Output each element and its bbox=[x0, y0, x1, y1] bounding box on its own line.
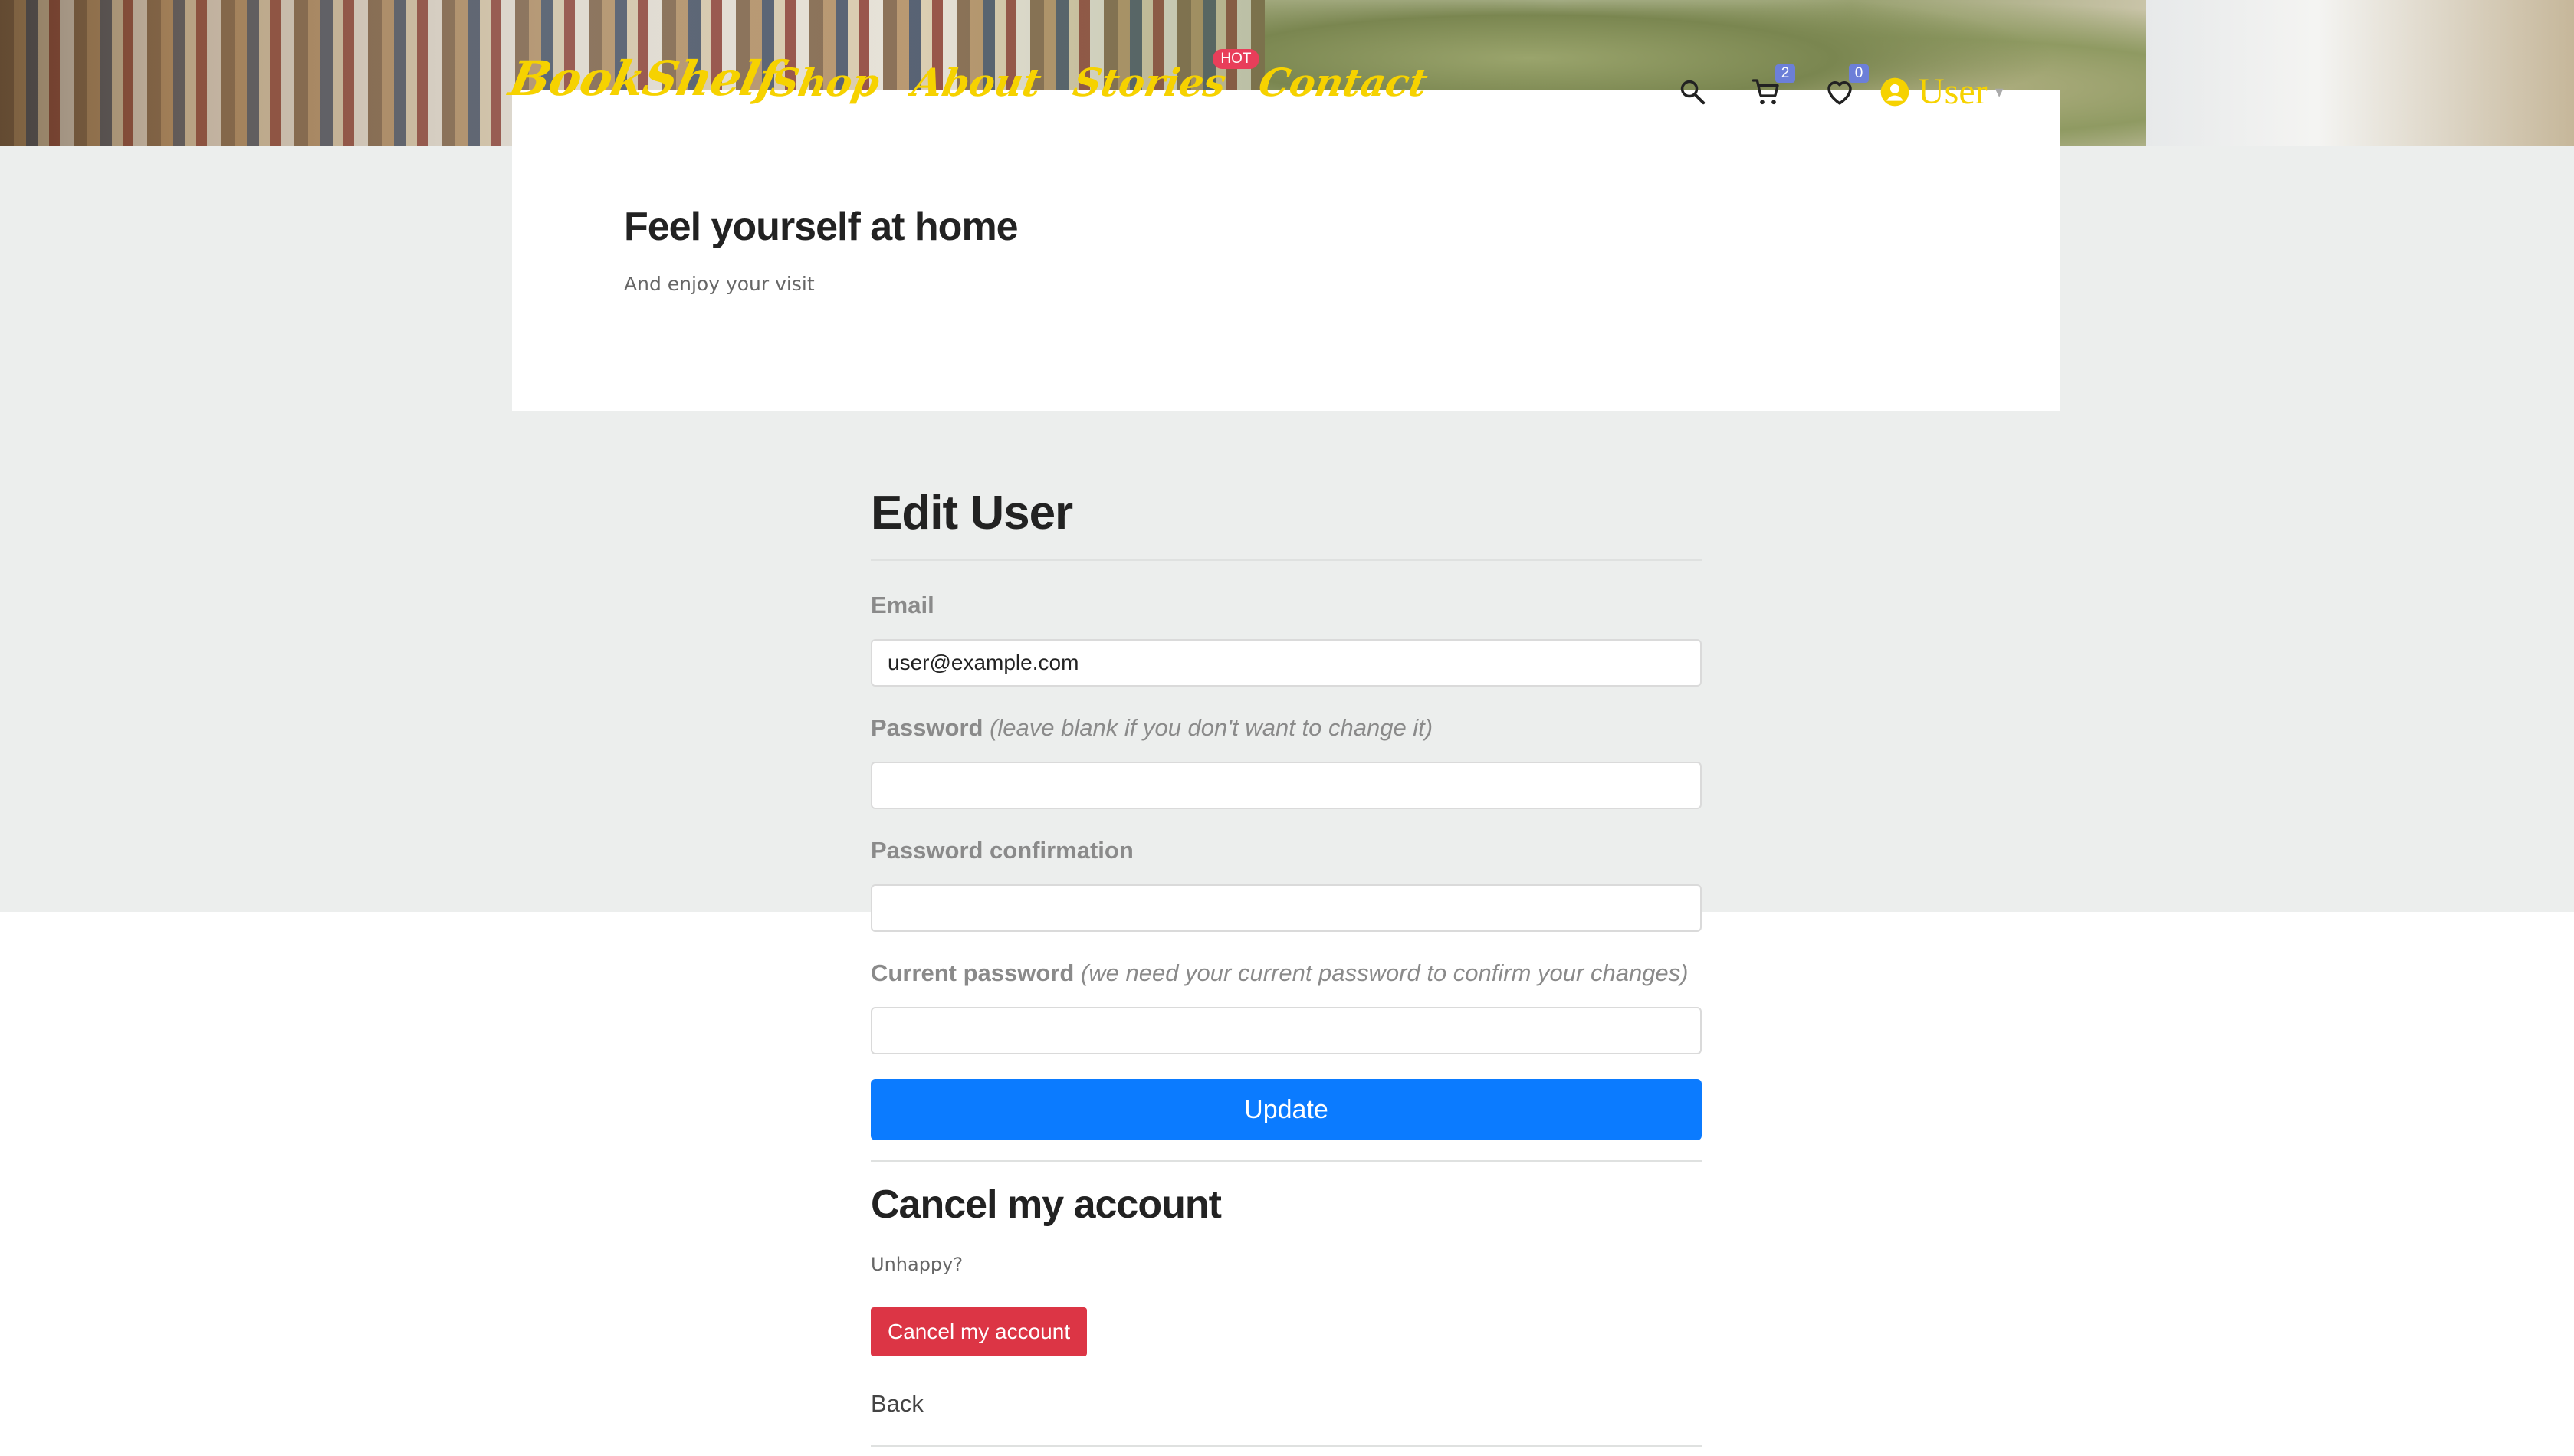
nav-icons: 2 0 User ▾ bbox=[1676, 64, 2004, 113]
cart-icon[interactable]: 2 bbox=[1749, 64, 1795, 109]
password-confirmation-field[interactable] bbox=[871, 884, 1702, 932]
current-password-hint: (we need your current password to confir… bbox=[1080, 959, 1689, 986]
title-divider bbox=[871, 559, 1702, 561]
password-label: Password (leave blank if you don't want … bbox=[871, 714, 1433, 742]
cancel-account-button[interactable]: Cancel my account bbox=[871, 1307, 1088, 1356]
nav-link-about[interactable]: About bbox=[909, 60, 1045, 105]
navbar: BookShelf Shop About Stories HOT Contact… bbox=[0, 0, 2574, 146]
cancel-section-title: Cancel my account bbox=[871, 1182, 1222, 1227]
password-confirmation-label: Password confirmation bbox=[871, 837, 1134, 864]
search-icon[interactable] bbox=[1676, 75, 1709, 109]
chevron-down-icon: ▾ bbox=[1995, 81, 2004, 101]
bottom-divider bbox=[871, 1445, 1702, 1447]
email-field[interactable] bbox=[871, 639, 1702, 687]
password-hint: (leave blank if you don't want to change… bbox=[990, 714, 1433, 741]
user-circle-icon bbox=[1880, 77, 1909, 106]
nav-link-stories[interactable]: Stories HOT bbox=[1070, 49, 1259, 105]
password-field[interactable] bbox=[871, 762, 1702, 809]
brand-logo[interactable]: BookShelf bbox=[504, 51, 783, 107]
cart-count-badge: 2 bbox=[1775, 64, 1795, 83]
section-divider bbox=[871, 1160, 1702, 1162]
wishlist-count-badge: 0 bbox=[1849, 64, 1869, 83]
email-label: Email bbox=[871, 592, 934, 618]
password-label-text: Password bbox=[871, 714, 983, 741]
user-menu[interactable]: User ▾ bbox=[1880, 71, 2004, 113]
nav-link-contact[interactable]: Contact bbox=[1256, 60, 1431, 105]
edit-user-form: Edit User Email Password (leave blank if… bbox=[871, 475, 1702, 1447]
unhappy-text: Unhappy? bbox=[871, 1254, 964, 1275]
user-label: User bbox=[1918, 71, 1988, 112]
back-link[interactable]: Back bbox=[871, 1390, 924, 1418]
nav-link-stories-label: Stories bbox=[1070, 60, 1230, 105]
hero-subtitle: And enjoy your visit bbox=[624, 273, 815, 295]
update-button[interactable]: Update bbox=[871, 1079, 1702, 1140]
nav-links: Shop About Stories HOT Contact bbox=[767, 49, 1431, 105]
hot-badge: HOT bbox=[1213, 49, 1259, 69]
nav-link-shop[interactable]: Shop bbox=[767, 60, 883, 105]
current-password-label-text: Current password bbox=[871, 959, 1075, 986]
heart-icon[interactable]: 0 bbox=[1823, 64, 1869, 109]
current-password-label: Current password (we need your current p… bbox=[871, 959, 1689, 987]
hero-title: Feel yourself at home bbox=[624, 205, 1019, 249]
current-password-field[interactable] bbox=[871, 1007, 1702, 1054]
page-title: Edit User bbox=[871, 487, 1073, 539]
